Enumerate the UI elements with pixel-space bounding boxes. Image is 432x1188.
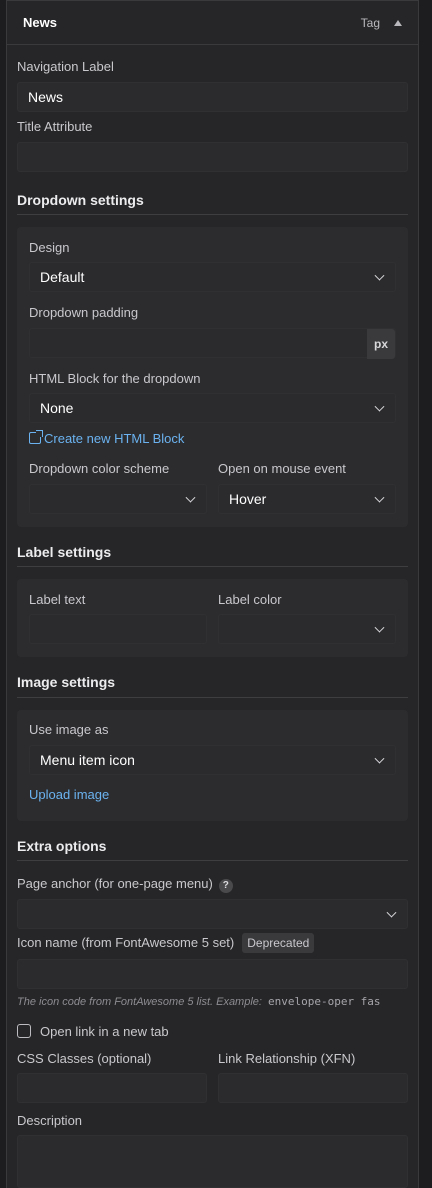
use-image-as-label: Use image as: [29, 722, 109, 737]
padding-unit: px: [367, 329, 395, 359]
navigation-label-input[interactable]: News: [17, 82, 408, 112]
icon-name-label-row: Icon name (from FontAwesome 5 set) Deprec…: [17, 933, 315, 953]
title-attribute-label: Title Attribute: [17, 119, 93, 134]
design-label: Design: [29, 240, 70, 255]
icon-hint: The icon code from FontAwesome 5 list. E…: [17, 995, 381, 1008]
label-text-input[interactable]: [29, 614, 207, 644]
open-new-tab-checkbox[interactable]: [17, 1024, 31, 1038]
section-divider: [17, 566, 408, 567]
css-classes-input[interactable]: [17, 1073, 207, 1103]
html-block-value: None: [40, 400, 74, 416]
mouse-event-select[interactable]: Hover: [218, 484, 396, 514]
link-relationship-input[interactable]: [218, 1073, 408, 1103]
collapse-arrow-icon[interactable]: [394, 19, 402, 26]
description-textarea[interactable]: [17, 1135, 408, 1188]
icon-name-label: Icon name (from FontAwesome 5 set): [17, 935, 235, 950]
icon-hint-text: The icon code from FontAwesome 5 list. E…: [17, 996, 262, 1008]
design-value: Default: [40, 269, 85, 285]
use-image-as-value: Menu item icon: [40, 752, 135, 768]
html-block-label: HTML Block for the dropdown: [29, 371, 201, 386]
mouse-event-label: Open on mouse event: [218, 461, 346, 476]
extra-options-heading: Extra options: [17, 838, 107, 854]
dropdown-padding-input[interactable]: px: [29, 328, 396, 359]
title-attribute-input[interactable]: [17, 142, 408, 172]
mouse-event-value: Hover: [229, 491, 267, 507]
menu-item-title: News: [23, 15, 57, 30]
dropdown-padding-label: Dropdown padding: [29, 305, 139, 320]
upload-image-link[interactable]: Upload image: [29, 787, 109, 802]
open-new-tab-row[interactable]: Open link in a new tab: [17, 1024, 169, 1039]
label-color-label: Label color: [218, 592, 282, 607]
deprecated-badge: Deprecated: [242, 933, 315, 953]
page-anchor-label: Page anchor (for one-page menu): [17, 876, 213, 891]
menu-item-type: Tag: [360, 15, 380, 30]
section-divider: [17, 214, 408, 215]
chevron-down-icon: [374, 401, 385, 412]
page-anchor-select[interactable]: [17, 899, 408, 929]
section-divider: [17, 697, 408, 698]
page-anchor-label-row: Page anchor (for one-page menu)?: [17, 876, 233, 893]
icon-hint-code: envelope-oper fas: [267, 995, 381, 1008]
create-html-block-text: Create new HTML Block: [44, 431, 185, 446]
chevron-down-icon: [374, 492, 385, 503]
label-color-select[interactable]: [218, 614, 396, 644]
open-new-tab-label: Open link in a new tab: [40, 1024, 169, 1039]
label-settings-heading: Label settings: [17, 544, 112, 560]
chevron-down-icon: [374, 622, 385, 633]
image-settings-heading: Image settings: [17, 674, 116, 690]
link-relationship-label: Link Relationship (XFN): [218, 1051, 356, 1066]
dropdown-settings-heading: Dropdown settings: [17, 192, 144, 208]
navigation-label-label: Navigation Label: [17, 59, 114, 74]
chevron-down-icon: [185, 492, 196, 503]
design-select[interactable]: Default: [29, 262, 396, 292]
html-block-select[interactable]: None: [29, 393, 396, 423]
menu-item-header[interactable]: News Tag: [7, 1, 418, 45]
description-label: Description: [17, 1113, 83, 1128]
section-divider: [17, 860, 408, 861]
icon-name-input[interactable]: [17, 959, 408, 989]
chevron-down-icon: [374, 753, 385, 764]
navigation-label-value: News: [28, 89, 64, 105]
color-scheme-select[interactable]: [29, 484, 207, 514]
use-image-as-select[interactable]: Menu item icon: [29, 745, 396, 775]
color-scheme-label: Dropdown color scheme: [29, 461, 170, 476]
create-html-block-link[interactable]: Create new HTML Block: [29, 430, 185, 446]
label-text-label: Label text: [29, 592, 86, 607]
chevron-down-icon: [374, 270, 385, 281]
help-icon[interactable]: ?: [218, 878, 233, 893]
external-link-icon: [29, 430, 43, 444]
chevron-down-icon: [386, 907, 397, 918]
css-classes-label: CSS Classes (optional): [17, 1051, 152, 1066]
